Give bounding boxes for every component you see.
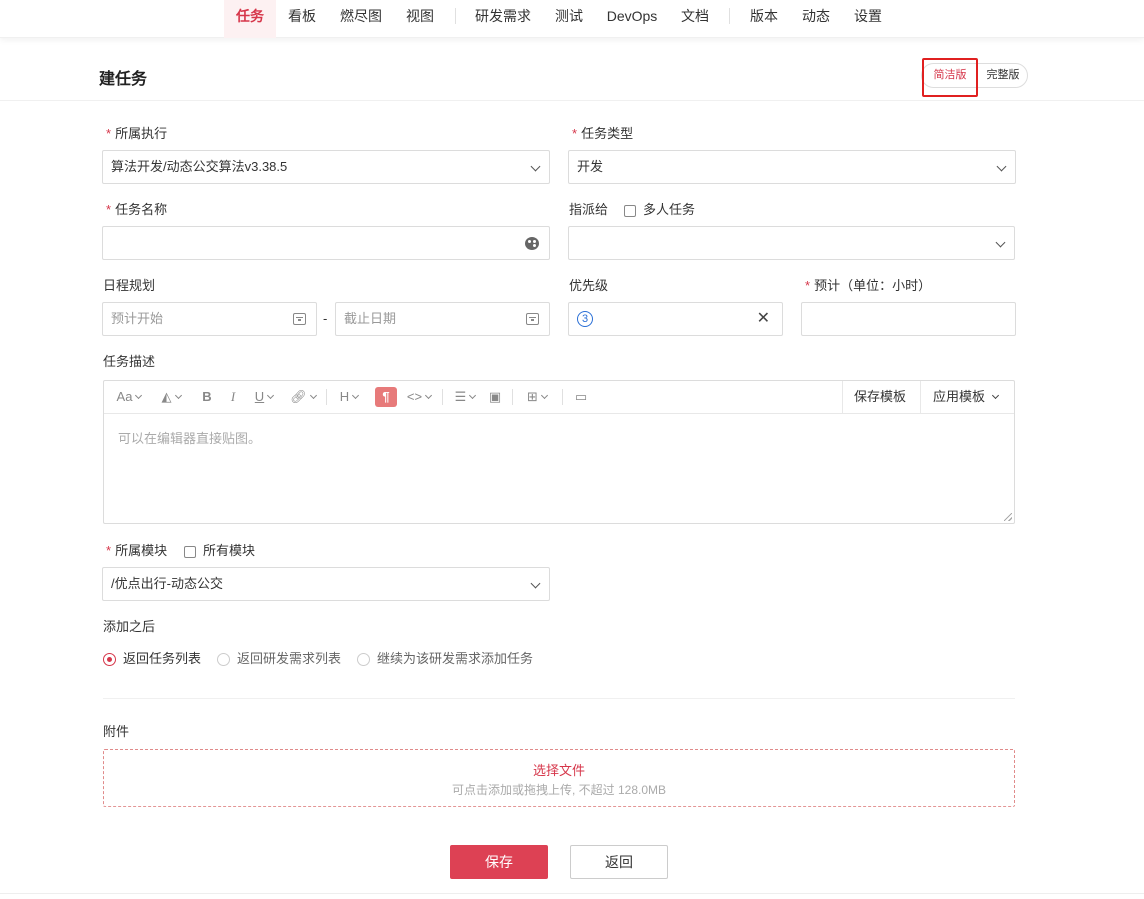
mode-simple-button[interactable]: 简洁版 xyxy=(924,64,976,87)
date-separator: - xyxy=(323,311,328,326)
radio-label[interactable]: 返回任务列表 xyxy=(123,651,201,667)
footer-divider xyxy=(0,893,1144,894)
toolbar-separator xyxy=(842,381,843,413)
start-date-input[interactable]: 预计开始 xyxy=(102,302,317,336)
after-add-label: 添加之后 xyxy=(103,619,156,634)
nav-tab-docs[interactable]: 文档 xyxy=(674,0,716,38)
toolbar-separator xyxy=(442,389,443,405)
estimate-input[interactable] xyxy=(801,302,1016,336)
calendar-icon[interactable] xyxy=(526,313,539,325)
apply-template-button[interactable]: 应用模板 xyxy=(933,381,1000,413)
save-template-button[interactable]: 保存模板 xyxy=(854,381,906,413)
upload-hint: 可点击添加或拖拽上传, 不超过 128.0MB xyxy=(451,783,667,797)
chevron-down-icon xyxy=(530,578,541,589)
nav-tab-task[interactable]: 任务 xyxy=(224,0,276,38)
module-select[interactable]: /优点出行-动态公交 xyxy=(102,567,550,601)
all-modules-label: 所有模块 xyxy=(203,543,256,558)
underline-button[interactable]: U xyxy=(250,387,278,407)
toolbar-separator xyxy=(920,381,921,413)
nav-tab-test[interactable]: 测试 xyxy=(548,0,590,38)
bold-button[interactable]: B xyxy=(198,387,216,407)
execution-label: * 所属执行 xyxy=(106,126,168,141)
paragraph-button[interactable]: ¶ xyxy=(375,387,397,407)
chevron-down-icon xyxy=(530,161,541,172)
radio-return-task-list[interactable] xyxy=(103,653,116,666)
end-date-input[interactable]: 截止日期 xyxy=(335,302,550,336)
list-button[interactable]: ☰ xyxy=(450,387,480,407)
all-modules-checkbox[interactable] xyxy=(184,546,196,558)
fullscreen-button[interactable]: ▭ xyxy=(572,387,590,407)
page-title: 建任务 xyxy=(99,71,148,88)
priority-select[interactable]: 3 ✕ xyxy=(568,302,783,336)
execution-select[interactable]: 算法开发/动态公交算法v3.38.5 xyxy=(102,150,550,184)
mode-toggle: 简洁版 完整版 xyxy=(921,63,1028,88)
assign-label: 指派给 xyxy=(569,202,609,217)
mode-full-button[interactable]: 完整版 xyxy=(978,64,1028,87)
nav-tab-requirements[interactable]: 研发需求 xyxy=(468,0,538,38)
task-name-label: * 任务名称 xyxy=(106,202,168,217)
assign-select[interactable] xyxy=(568,226,1015,260)
calendar-icon[interactable] xyxy=(293,313,306,325)
multi-person-label: 多人任务 xyxy=(643,202,696,217)
description-label: 任务描述 xyxy=(103,354,156,369)
back-button[interactable]: 返回 xyxy=(570,845,668,879)
nav-separator xyxy=(729,8,730,24)
nav-tab-settings[interactable]: 设置 xyxy=(847,0,889,38)
nav-tab-burndown[interactable]: 燃尽图 xyxy=(333,0,389,38)
link-button[interactable]: 🔗︎ xyxy=(286,387,320,407)
section-divider xyxy=(103,698,1015,699)
priority-label: 优先级 xyxy=(569,278,609,293)
nav-tab-version[interactable]: 版本 xyxy=(743,0,785,38)
estimate-label: * 预计（单位：小时） xyxy=(805,278,932,293)
file-dropzone[interactable]: 选择文件 可点击添加或拖拽上传, 不超过 128.0MB xyxy=(103,749,1015,807)
chevron-down-icon xyxy=(996,161,1007,172)
editor-toolbar: Aa ◭ B I U 🔗︎ H ¶ <> ☰ ▣ ⊞ ▭ 保存模板 应用模板 xyxy=(104,381,1014,414)
task-type-label: * 任务类型 xyxy=(572,126,634,141)
radio-label[interactable]: 继续为该研发需求添加任务 xyxy=(377,651,533,667)
task-type-select[interactable]: 开发 xyxy=(568,150,1016,184)
nav-tab-kanban[interactable]: 看板 xyxy=(280,0,324,38)
clear-icon[interactable]: ✕ xyxy=(757,303,770,335)
save-button[interactable]: 保存 xyxy=(450,845,548,879)
module-label: * 所属模块 xyxy=(106,543,168,558)
heading-button[interactable]: H xyxy=(334,387,364,407)
radio-label[interactable]: 返回研发需求列表 xyxy=(237,651,341,667)
nav-tab-devops[interactable]: DevOps xyxy=(601,0,663,38)
radio-continue-add-task[interactable] xyxy=(357,653,370,666)
priority-badge: 3 xyxy=(577,311,593,327)
radio-return-requirement-list[interactable] xyxy=(217,653,230,666)
toolbar-separator xyxy=(512,389,513,405)
font-size-button[interactable]: Aa xyxy=(112,387,146,407)
text-color-button[interactable]: ◭ xyxy=(154,387,188,407)
top-nav: 任务 看板 燃尽图 视图 研发需求 测试 DevOps 文档 版本 动态 设置 xyxy=(0,0,1144,38)
select-file-link[interactable]: 选择文件 xyxy=(104,760,1014,779)
image-button[interactable]: ▣ xyxy=(486,387,504,407)
table-button[interactable]: ⊞ xyxy=(520,387,554,407)
chevron-down-icon xyxy=(995,237,1006,248)
nav-tab-activity[interactable]: 动态 xyxy=(795,0,837,38)
code-button[interactable]: <> xyxy=(403,387,435,407)
schedule-label: 日程规划 xyxy=(103,278,156,293)
toolbar-separator xyxy=(326,389,327,405)
multi-person-checkbox[interactable] xyxy=(624,205,636,217)
attachment-label: 附件 xyxy=(103,724,130,739)
nav-separator xyxy=(455,8,456,24)
palette-icon[interactable] xyxy=(525,237,539,250)
editor-placeholder[interactable]: 可以在编辑器直接贴图。 xyxy=(118,428,261,447)
task-name-input[interactable] xyxy=(102,226,550,260)
description-editor: Aa ◭ B I U 🔗︎ H ¶ <> ☰ ▣ ⊞ ▭ 保存模板 应用模板 可… xyxy=(103,380,1015,524)
resize-grip-icon[interactable] xyxy=(1004,513,1012,521)
nav-tab-view[interactable]: 视图 xyxy=(398,0,442,38)
italic-button[interactable]: I xyxy=(224,387,242,407)
header-divider xyxy=(0,100,1144,101)
toolbar-separator xyxy=(562,389,563,405)
